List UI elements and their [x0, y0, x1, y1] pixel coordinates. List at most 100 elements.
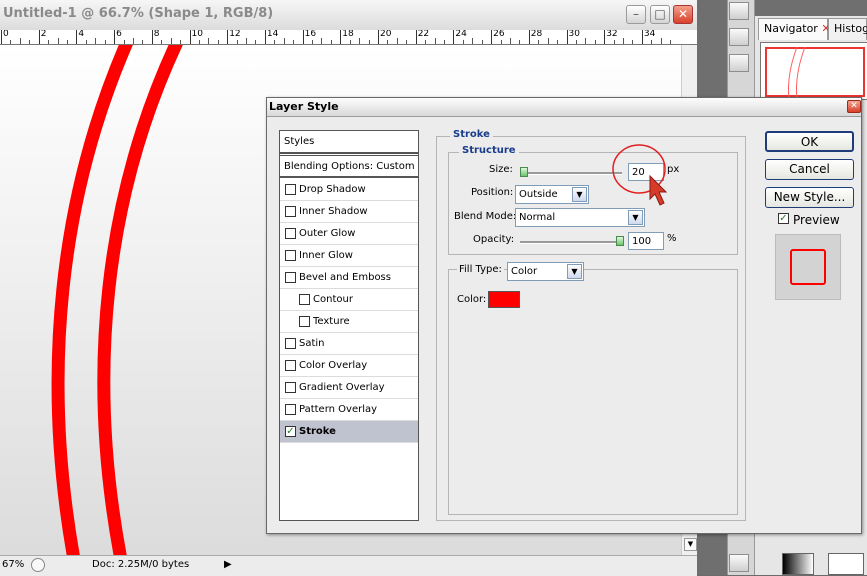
ok-button[interactable]: OK [765, 131, 854, 152]
styles-list: Styles Blending Options: Custom Drop Sha… [279, 130, 419, 521]
ruler-major-tick [641, 30, 643, 44]
style-item[interactable]: Bevel and Emboss [280, 267, 418, 289]
ruler-minor-tick [95, 38, 97, 44]
stroke-color-swatch[interactable] [488, 291, 520, 308]
ruler-label: 8 [153, 30, 160, 39]
style-item[interactable]: ✓ Stroke [280, 421, 418, 443]
ruler-minor-tick [396, 38, 398, 44]
layer-mask-thumbnail[interactable] [828, 553, 864, 575]
style-item-checkbox[interactable] [285, 250, 296, 261]
layer-thumbnail[interactable] [782, 553, 814, 575]
document-titlebar[interactable]: Untitled-1 @ 66.7% (Shape 1, RGB/8) – □ … [0, 0, 697, 31]
style-item-checkbox[interactable] [285, 184, 296, 195]
document-title: Untitled-1 @ 66.7% (Shape 1, RGB/8) [3, 6, 274, 21]
style-item[interactable]: Inner Shadow [280, 201, 418, 223]
history-icon[interactable] [729, 28, 749, 46]
ruler-label: 24 [455, 30, 467, 39]
ruler-minor-tick [472, 38, 474, 44]
ruler-label: 18 [342, 30, 354, 39]
style-item[interactable]: Outer Glow [280, 223, 418, 245]
close-button[interactable]: ✕ [673, 5, 693, 24]
opacity-input[interactable]: 100 [628, 232, 664, 250]
color-label: Color: [457, 294, 487, 305]
chevron-down-icon[interactable]: ▼ [567, 264, 582, 279]
opacity-slider-track[interactable] [520, 241, 622, 244]
minimize-button[interactable]: – [626, 5, 646, 24]
ruler-major-tick [151, 30, 153, 44]
ruler-minor-tick [359, 38, 361, 44]
tab-histogram[interactable]: Histogra [828, 18, 867, 40]
cancel-button[interactable]: Cancel [765, 159, 854, 180]
size-label: Size: [489, 164, 513, 175]
ruler-minor-tick [283, 38, 285, 44]
ruler-label: 28 [530, 30, 543, 39]
blending-options-item[interactable]: Blending Options: Custom [280, 155, 418, 178]
style-item-checkbox[interactable] [285, 404, 296, 415]
ruler-minor-tick [481, 40, 483, 44]
status-menu-arrow-icon[interactable]: ▶ [224, 558, 236, 572]
style-item-checkbox[interactable] [285, 272, 296, 283]
horizontal-ruler[interactable]: 0 2 4 6 8 10 12 14 16 18 20 22 24 26 28 30 32 34 [0, 30, 697, 45]
scroll-down-icon[interactable]: ▼ [684, 538, 697, 551]
ruler-minor-tick [57, 38, 59, 44]
stroke-arc-outer [51, 45, 133, 555]
style-item-checkbox[interactable] [285, 382, 296, 393]
tab-histogram-label: Histogra [834, 22, 867, 35]
ruler-minor-tick [575, 40, 577, 44]
stroke-group-title: Stroke [450, 129, 493, 140]
ruler-minor-tick [104, 40, 106, 44]
ruler-major-tick [566, 30, 568, 44]
new-style-button[interactable]: New Style... [765, 187, 854, 208]
position-dropdown[interactable]: Outside ▼ [515, 185, 589, 204]
style-item[interactable]: Color Overlay [280, 355, 418, 377]
ruler-minor-tick [651, 40, 653, 44]
tab-navigator[interactable]: Navigator ✕ [758, 18, 831, 40]
fill-type-dropdown[interactable]: Color ▼ [507, 262, 584, 281]
ruler-minor-tick [208, 38, 210, 44]
dialog-close-button[interactable]: ✕ [847, 100, 861, 113]
chevron-down-icon[interactable]: ▼ [572, 187, 587, 202]
ruler-label: 30 [568, 30, 580, 39]
style-item-checkbox[interactable] [285, 206, 296, 217]
position-label: Position: [471, 187, 514, 198]
ruler-label: 0 [3, 30, 9, 39]
size-slider-thumb[interactable] [520, 167, 529, 177]
actions-play-icon[interactable] [729, 54, 749, 72]
ruler-minor-tick [443, 40, 445, 44]
style-item[interactable]: Texture [280, 311, 418, 333]
layer-visibility-icon[interactable] [729, 554, 749, 572]
style-item[interactable]: Drop Shadow [280, 179, 418, 201]
tab-navigator-label: Navigator [764, 22, 818, 35]
ruler-minor-tick [434, 38, 436, 44]
opacity-unit: % [667, 233, 677, 244]
style-item[interactable]: Gradient Overlay [280, 377, 418, 399]
style-item[interactable]: Contour [280, 289, 418, 311]
dialog-titlebar[interactable]: Layer Style ✕ [267, 98, 861, 117]
style-item-checkbox[interactable] [285, 338, 296, 349]
styles-header[interactable]: Styles [280, 131, 418, 154]
style-item[interactable]: Satin [280, 333, 418, 355]
style-item-checkbox[interactable] [299, 316, 310, 327]
opacity-slider-thumb[interactable] [616, 236, 624, 246]
maximize-button[interactable]: □ [650, 5, 670, 24]
style-item-checkbox[interactable] [299, 294, 310, 305]
navigator-preview[interactable] [760, 42, 867, 100]
preview-checkbox[interactable]: ✓ [778, 213, 789, 224]
fill-type-label: Fill Type: [457, 264, 504, 275]
ruler-minor-tick [425, 40, 427, 44]
ruler-major-tick [1, 30, 2, 44]
style-item-checkbox[interactable] [285, 228, 296, 239]
status-icon[interactable] [31, 558, 45, 572]
ruler-minor-tick [48, 40, 50, 44]
ruler-minor-tick [312, 40, 314, 44]
zoom-level[interactable]: 67% [2, 559, 24, 570]
ruler-minor-tick [349, 40, 351, 44]
style-item[interactable]: Inner Glow [280, 245, 418, 267]
panel-arrow-icon[interactable] [729, 2, 749, 20]
style-item-label: Texture [313, 316, 350, 327]
style-item[interactable]: Pattern Overlay [280, 399, 418, 421]
style-item-checkbox[interactable]: ✓ [285, 426, 296, 437]
style-item-checkbox[interactable] [285, 360, 296, 371]
ruler-minor-tick [10, 40, 12, 44]
style-preview [775, 234, 841, 300]
